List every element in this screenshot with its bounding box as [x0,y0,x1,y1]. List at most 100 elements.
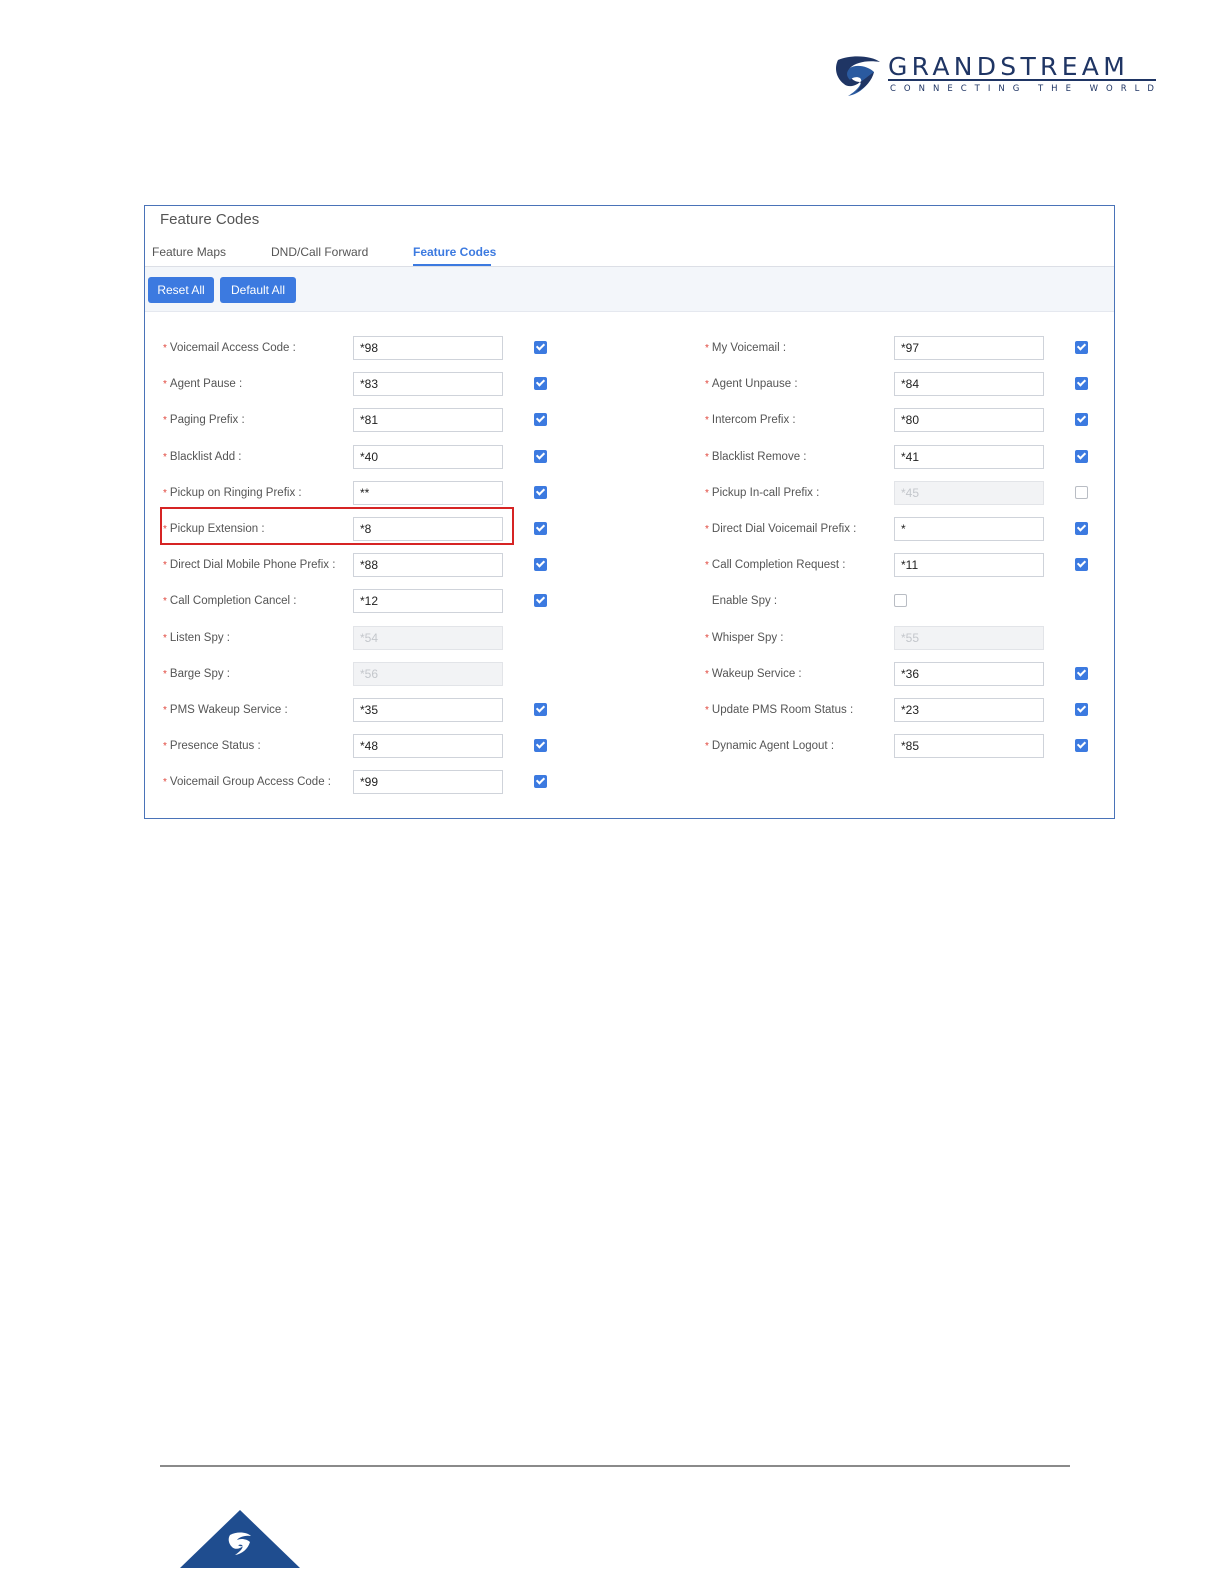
enable-spy-label: *Enable Spy : [711,595,778,607]
blacklist-remove-label-text: Blacklist Remove [711,451,801,463]
wakeup-service-input[interactable]: *36 [894,662,1044,686]
agent-pause-label-text: Agent Pause [169,378,236,390]
logo-rule [888,79,1156,81]
wakeup-service-label: * Wakeup Service : [705,668,802,680]
agent-pause-label: * Agent Pause : [163,378,243,390]
required-marker: * [163,452,167,463]
pickup-in-call-prefix-label-text: Pickup In-call Prefix [711,487,813,499]
call-completion-cancel-label-text: Call Completion Cancel [169,595,291,607]
call-completion-request-label-text: Call Completion Request [711,559,840,571]
paging-prefix-checkbox[interactable] [534,413,547,426]
pickup-on-ringing-prefix-label: * Pickup on Ringing Prefix : [163,487,302,499]
agent-unpause-input[interactable]: *84 [894,372,1044,396]
call-completion-request-checkbox[interactable] [1075,558,1088,571]
tab-dnd-call-forward[interactable]: DND/Call Forward [271,245,368,259]
required-marker: * [163,777,167,788]
required-marker: * [705,379,709,390]
pms-wakeup-service-input[interactable]: *35 [353,698,503,722]
pickup-in-call-prefix-checkbox[interactable] [1075,486,1088,499]
footer-rule [160,1465,1070,1467]
default-all-button[interactable]: Default All [220,277,296,303]
presence-status-input[interactable]: *48 [353,734,503,758]
agent-unpause-label: * Agent Unpause : [705,378,798,390]
paging-prefix-input[interactable]: *81 [353,408,503,432]
required-marker: * [705,524,709,535]
agent-pause-input[interactable]: *83 [353,372,503,396]
update-pms-room-status-input[interactable]: *23 [894,698,1044,722]
call-completion-request-label: * Call Completion Request : [705,559,846,571]
presence-status-checkbox[interactable] [534,739,547,752]
update-pms-room-status-label: * Update PMS Room Status : [705,704,854,716]
direct-dial-mobile-phone-prefix-input[interactable]: *88 [353,553,503,577]
pickup-on-ringing-prefix-label-text: Pickup on Ringing Prefix [169,487,296,499]
voicemail-group-access-code-label: * Voicemail Group Access Code : [163,776,331,788]
direct-dial-voicemail-prefix-input[interactable]: * [894,517,1044,541]
required-marker: * [163,415,167,426]
voicemail-access-code-input[interactable]: *98 [353,336,503,360]
agent-pause-checkbox[interactable] [534,377,547,390]
tab-feature-maps[interactable]: Feature Maps [152,245,226,259]
blacklist-remove-checkbox[interactable] [1075,450,1088,463]
paging-prefix-label-text: Paging Prefix [169,414,239,426]
call-completion-cancel-input[interactable]: *12 [353,589,503,613]
pms-wakeup-service-checkbox[interactable] [534,703,547,716]
blacklist-add-label-text: Blacklist Add [169,451,236,463]
call-completion-request-input[interactable]: *11 [894,553,1044,577]
direct-dial-mobile-phone-prefix-label: * Direct Dial Mobile Phone Prefix : [163,559,336,571]
intercom-prefix-input[interactable]: *80 [894,408,1044,432]
tab-feature-codes[interactable]: Feature Codes [413,245,496,259]
logo-tagline: CONNECTING THE WORLD [890,84,1162,94]
required-marker: * [705,560,709,571]
voicemail-group-access-code-checkbox[interactable] [534,775,547,788]
logo-wordmark: GRANDSTREAM [888,52,1130,81]
listen-spy-label: * Listen Spy : [163,632,230,644]
required-marker: * [163,669,167,680]
enable-spy-checkbox[interactable] [894,594,907,607]
intercom-prefix-label: * Intercom Prefix : [705,414,796,426]
my-voicemail-input[interactable]: *97 [894,336,1044,360]
required-marker: * [705,452,709,463]
required-marker: * [163,633,167,644]
direct-dial-mobile-phone-prefix-label-text: Direct Dial Mobile Phone Prefix [169,559,330,571]
pickup-in-call-prefix-input: *45 [894,481,1044,505]
blacklist-remove-label: * Blacklist Remove : [705,451,807,463]
pickup-on-ringing-prefix-checkbox[interactable] [534,486,547,499]
dynamic-agent-logout-input[interactable]: *85 [894,734,1044,758]
required-marker: * [705,741,709,752]
pickup-on-ringing-prefix-input[interactable]: ** [353,481,503,505]
voicemail-access-code-label: * Voicemail Access Code : [163,342,296,354]
blacklist-remove-input[interactable]: *41 [894,445,1044,469]
agent-unpause-label-text: Agent Unpause [711,378,792,390]
direct-dial-mobile-phone-prefix-checkbox[interactable] [534,558,547,571]
required-marker: * [705,343,709,354]
listen-spy-input: *54 [353,626,503,650]
dynamic-agent-logout-checkbox[interactable] [1075,739,1088,752]
direct-dial-voicemail-prefix-label-text: Direct Dial Voicemail Prefix [711,523,850,535]
update-pms-room-status-checkbox[interactable] [1075,703,1088,716]
required-marker: * [163,560,167,571]
direct-dial-voicemail-prefix-checkbox[interactable] [1075,522,1088,535]
intercom-prefix-checkbox[interactable] [1075,413,1088,426]
voicemail-group-access-code-input[interactable]: *99 [353,770,503,794]
required-marker: * [705,488,709,499]
wakeup-service-label-text: Wakeup Service [711,668,796,680]
wakeup-service-checkbox[interactable] [1075,667,1088,680]
direct-dial-voicemail-prefix-label: * Direct Dial Voicemail Prefix : [705,523,857,535]
pms-wakeup-service-label: * PMS Wakeup Service : [163,704,288,716]
barge-spy-label: * Barge Spy : [163,668,230,680]
reset-all-button[interactable]: Reset All [148,277,214,303]
pickup-extension-checkbox[interactable] [534,522,547,535]
call-completion-cancel-checkbox[interactable] [534,594,547,607]
voicemail-access-code-checkbox[interactable] [534,341,547,354]
call-completion-cancel-label: * Call Completion Cancel : [163,595,297,607]
whisper-spy-input: *55 [894,626,1044,650]
listen-spy-label-text: Listen Spy [169,632,224,644]
blacklist-add-checkbox[interactable] [534,450,547,463]
required-marker: * [163,741,167,752]
blacklist-add-input[interactable]: *40 [353,445,503,469]
paging-prefix-label: * Paging Prefix : [163,414,245,426]
my-voicemail-checkbox[interactable] [1075,341,1088,354]
panel-title: Feature Codes [160,211,260,228]
feature-codes-panel: Feature Codes Feature Maps DND/Call Forw… [144,205,1115,819]
agent-unpause-checkbox[interactable] [1075,377,1088,390]
